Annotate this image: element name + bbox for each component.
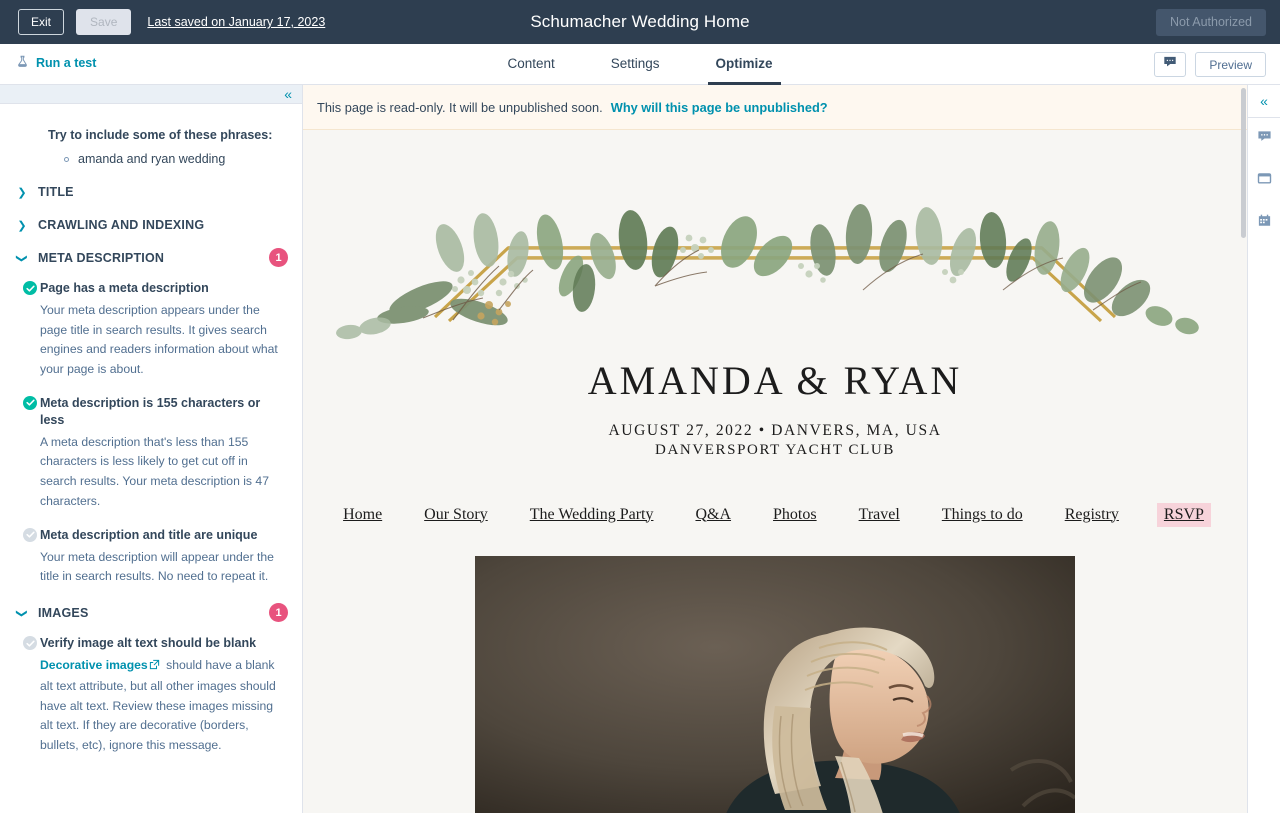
comment-icon: [1257, 129, 1272, 149]
tab-settings[interactable]: Settings: [603, 56, 668, 85]
rail-comment-button[interactable]: [1248, 118, 1280, 160]
page-editor-root: Exit Save Last saved on January 17, 2023…: [0, 0, 1280, 813]
tab-content[interactable]: Content: [499, 56, 562, 85]
site-nav-registry[interactable]: Registry: [1061, 504, 1123, 526]
section-label: IMAGES: [38, 606, 89, 621]
chevron-double-left-icon[interactable]: «: [284, 87, 292, 101]
read-only-message: This page is read-only. It will be unpub…: [317, 99, 603, 115]
list-item: Meta description and title are unique Yo…: [14, 527, 284, 587]
site-nav-the-wedding-party[interactable]: The Wedding Party: [526, 504, 658, 526]
check-description: Your meta description will appear under …: [40, 549, 274, 584]
check-circle-icon: [23, 636, 37, 651]
comment-button[interactable]: [1154, 52, 1187, 77]
check-description: A meta description that's less than 155 …: [40, 434, 269, 508]
hero-portrait-photo: [475, 555, 1075, 813]
list-item: amanda and ryan wedding: [64, 152, 284, 166]
rail-calendar-button[interactable]: [1248, 202, 1280, 244]
site-nav-photos[interactable]: Photos: [769, 504, 821, 526]
check-description-wrapper: Decorative images should have a blank al…: [40, 656, 284, 756]
save-button[interactable]: Save: [76, 9, 132, 35]
list-item: Page has a meta description Your meta de…: [14, 280, 284, 380]
chevron-down-icon: ❯: [15, 608, 28, 618]
event-date-location: AUGUST 27, 2022 • DANVERS, MA, USA: [608, 422, 942, 439]
sidebar-section-meta-description[interactable]: ❯ META DESCRIPTION 1: [14, 248, 288, 267]
section-label: TITLE: [38, 185, 74, 199]
check-circle-icon: [23, 281, 37, 295]
comment-icon: [1163, 55, 1177, 74]
sidebar-section-title[interactable]: ❯ TITLE: [14, 185, 284, 199]
check-title: Meta description and title are unique: [40, 527, 258, 542]
exit-button[interactable]: Exit: [18, 9, 65, 35]
event-venue: DANVERSPORT YACHT CLUB: [655, 441, 895, 458]
chevron-right-icon: ❯: [17, 219, 27, 232]
check-circle-icon: [23, 527, 37, 542]
why-unpublished-link[interactable]: Why will this page be unpublished?: [611, 100, 828, 115]
bullet-icon: [64, 156, 69, 162]
editor-tabs: Content Settings Optimize: [0, 44, 1280, 85]
sidebar-section-crawling-and-indexing[interactable]: ❯ CRAWLING AND INDEXING: [14, 218, 284, 232]
check-title: Page has a meta description: [40, 281, 209, 295]
site-nav-things-to-do[interactable]: Things to do: [938, 504, 1027, 526]
site-nav-our-story[interactable]: Our Story: [420, 504, 492, 526]
nav-right-actions: Preview: [1154, 52, 1266, 77]
list-item: Verify image alt text should be blank De…: [14, 635, 284, 756]
editor-nav-bar: Run a test Content Settings Optimize Pre…: [0, 44, 1280, 85]
scrollbar-vertical[interactable]: [1241, 88, 1246, 238]
section-label: CRAWLING AND INDEXING: [38, 218, 205, 232]
read-only-banner: This page is read-only. It will be unpub…: [303, 85, 1247, 130]
page-preview: This page is read-only. It will be unpub…: [303, 85, 1247, 813]
check-circle-icon: [23, 395, 37, 410]
card-icon: [1257, 171, 1272, 191]
right-rail: «: [1247, 85, 1280, 813]
couple-names-heading: AMANDA & RYAN: [587, 358, 963, 403]
list-item: Meta description is 155 characters or le…: [14, 395, 284, 512]
site-nav-home[interactable]: Home: [339, 504, 386, 526]
external-link-icon: [149, 657, 160, 677]
chevron-right-icon: ❯: [17, 186, 27, 199]
check-title: Meta description is 155 characters or le…: [40, 395, 261, 427]
status-badge: 1: [269, 603, 288, 623]
top-bar: Exit Save Last saved on January 17, 2023…: [0, 0, 1280, 44]
phrases-heading: Try to include some of these phrases:: [48, 128, 273, 142]
decorative-images-link[interactable]: Decorative images: [40, 658, 148, 672]
optimize-sidebar: « Try to include some of these phrases: …: [0, 85, 303, 813]
not-authorized-button[interactable]: Not Authorized: [1156, 8, 1266, 36]
site-nav-travel[interactable]: Travel: [855, 504, 904, 526]
phrase-label: amanda and ryan wedding: [78, 152, 226, 166]
event-details: AUGUST 27, 2022 • DANVERS, MA, USA DANVE…: [303, 422, 1247, 459]
rail-collapse-button[interactable]: «: [1248, 85, 1280, 118]
section-label: META DESCRIPTION: [38, 251, 165, 265]
sidebar-section-images[interactable]: ❯ IMAGES 1: [14, 603, 288, 623]
sidebar-collapse-row: «: [0, 85, 302, 104]
sidebar-content: Try to include some of these phrases: am…: [0, 104, 302, 756]
greenery-banner-image: [303, 130, 1247, 345]
website-preview-canvas[interactable]: AMANDA & RYAN AUGUST 27, 2022 • DANVERS,…: [303, 130, 1247, 813]
check-title: Verify image alt text should be blank: [40, 636, 257, 651]
chevron-down-icon: ❯: [15, 253, 28, 263]
chevron-double-left-icon: «: [1260, 93, 1268, 109]
preview-button[interactable]: Preview: [1195, 52, 1266, 77]
site-nav-rsvp[interactable]: RSVP: [1156, 502, 1211, 527]
status-badge: 1: [269, 248, 288, 267]
rail-card-button[interactable]: [1248, 160, 1280, 202]
site-nav-qa[interactable]: Q&A: [691, 504, 735, 526]
check-description: Your meta description appears under the …: [40, 302, 278, 377]
last-saved-label[interactable]: Last saved on January 17, 2023: [147, 15, 325, 29]
calendar-icon: [1257, 213, 1272, 233]
website-navigation: Home Our Story The Wedding Party Q&A Pho…: [303, 502, 1247, 527]
tab-optimize[interactable]: Optimize: [707, 56, 781, 85]
